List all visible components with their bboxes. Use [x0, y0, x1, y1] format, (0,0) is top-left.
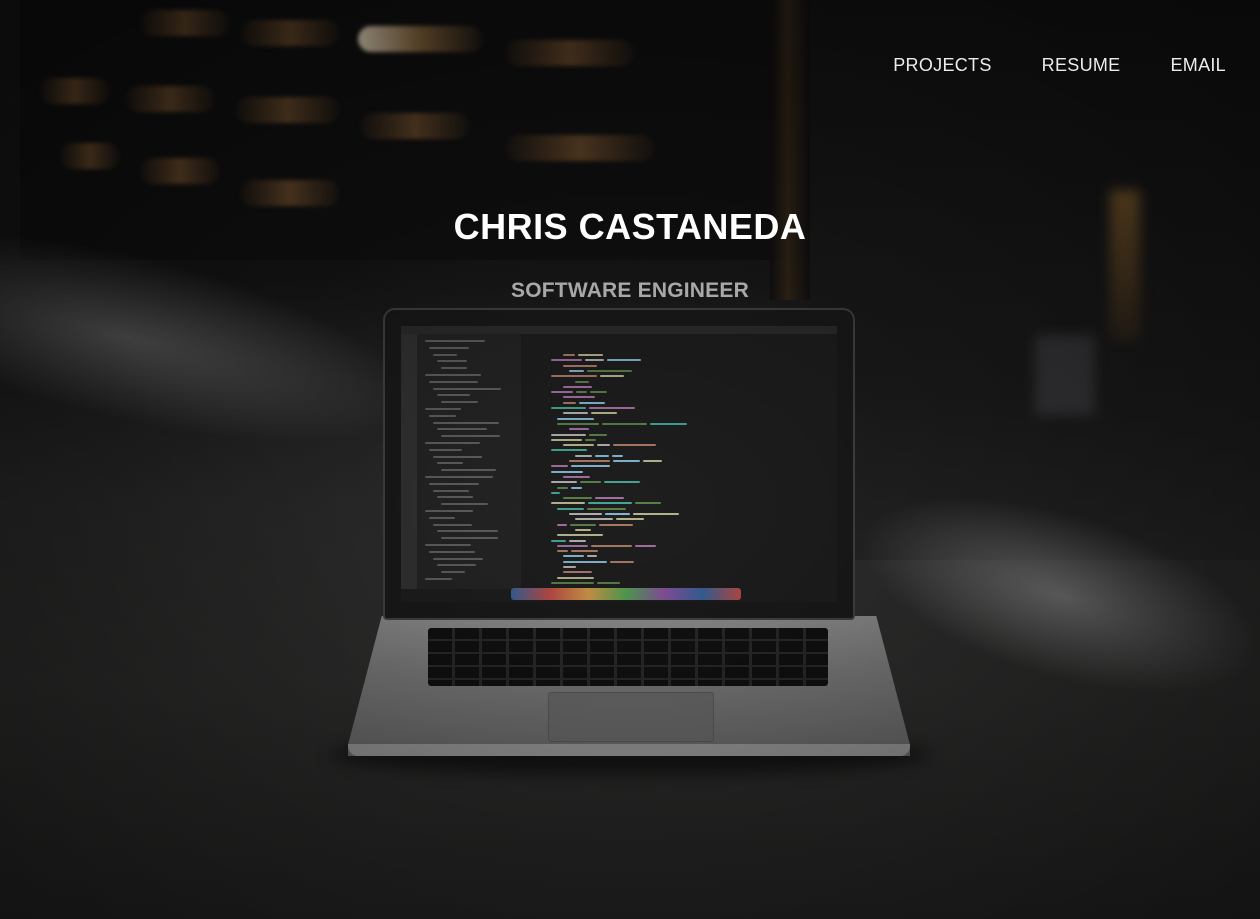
top-nav: PROJECTS RESUME EMAIL	[893, 55, 1226, 76]
background-vignette	[0, 0, 1260, 919]
hero-subtitle: SOFTWARE ENGINEER	[511, 279, 749, 302]
hero-section: PROJECTS RESUME EMAIL CHRIS CASTANEDA SO…	[0, 0, 1260, 919]
hero-title: CHRIS CASTANEDA	[453, 206, 807, 247]
nav-email-link[interactable]: EMAIL	[1170, 55, 1226, 76]
nav-projects-link[interactable]: PROJECTS	[893, 55, 991, 76]
nav-resume-link[interactable]: RESUME	[1042, 55, 1121, 76]
